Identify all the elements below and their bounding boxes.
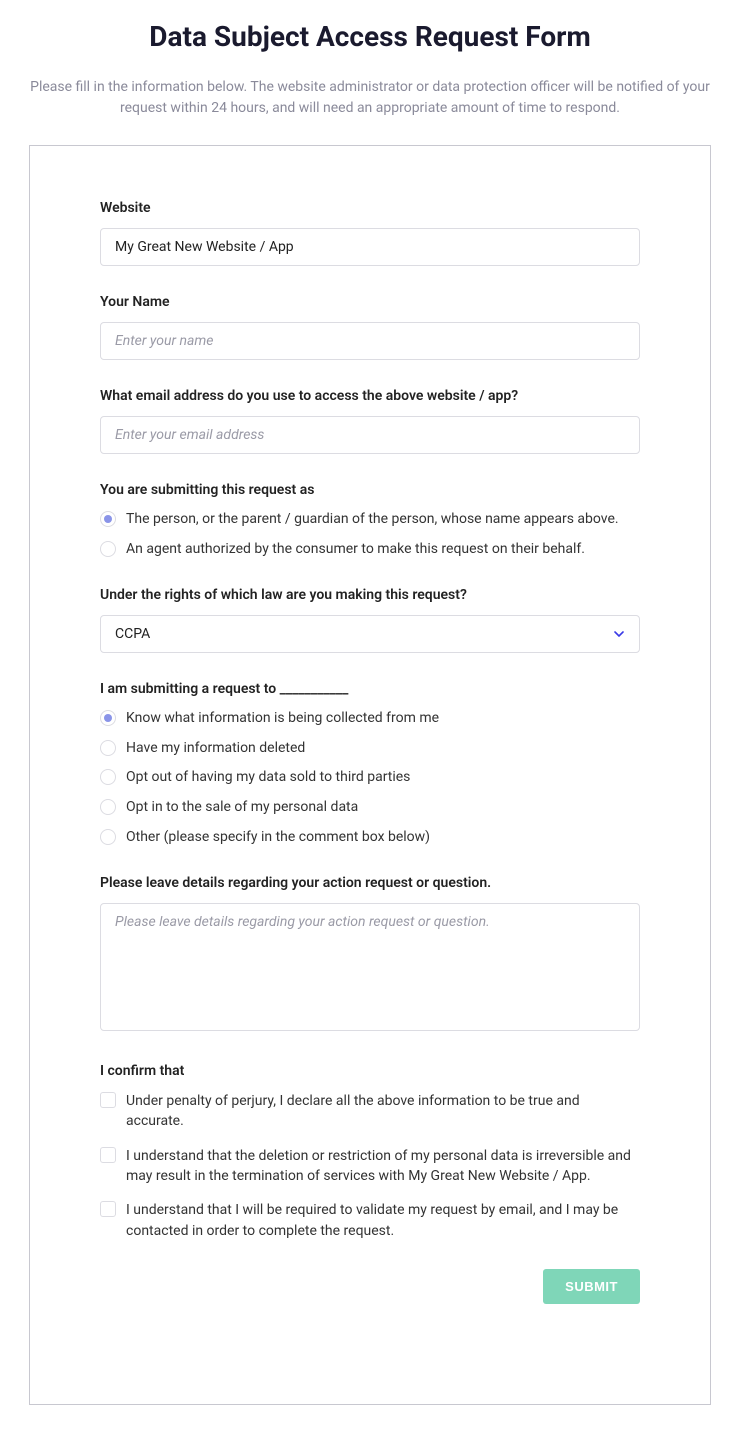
email-input[interactable] xyxy=(100,416,640,454)
request-to-label: I am submitting a request to ___________ xyxy=(100,681,640,697)
confirm-item-1[interactable]: I understand that the deletion or restri… xyxy=(100,1146,640,1187)
law-label: Under the rights of which law are you ma… xyxy=(100,587,640,603)
submitting-as-option-1[interactable]: An agent authorized by the consumer to m… xyxy=(100,540,640,560)
checkbox-icon[interactable] xyxy=(100,1147,116,1163)
radio-icon[interactable] xyxy=(100,799,116,815)
request-to-field: I am submitting a request to ___________… xyxy=(100,681,640,847)
email-label: What email address do you use to access … xyxy=(100,388,640,404)
checkbox-icon[interactable] xyxy=(100,1092,116,1108)
name-input[interactable] xyxy=(100,322,640,360)
request-to-option-4[interactable]: Other (please specify in the comment box… xyxy=(100,828,640,848)
radio-label: Have my information deleted xyxy=(126,739,305,759)
form-container: Website Your Name What email address do … xyxy=(29,145,711,1405)
email-field: What email address do you use to access … xyxy=(100,388,640,454)
details-label: Please leave details regarding your acti… xyxy=(100,875,640,891)
radio-icon[interactable] xyxy=(100,511,116,527)
details-field: Please leave details regarding your acti… xyxy=(100,875,640,1035)
name-label: Your Name xyxy=(100,294,640,310)
law-field: Under the rights of which law are you ma… xyxy=(100,587,640,653)
radio-label: Other (please specify in the comment box… xyxy=(126,828,430,848)
page-title: Data Subject Access Request Form xyxy=(0,20,740,53)
checkbox-label: I understand that the deletion or restri… xyxy=(126,1146,640,1187)
confirm-label: I confirm that xyxy=(100,1063,640,1079)
request-to-option-2[interactable]: Opt out of having my data sold to third … xyxy=(100,768,640,788)
submit-button[interactable]: SUBMIT xyxy=(543,1269,640,1304)
chevron-down-icon xyxy=(613,628,625,640)
website-label: Website xyxy=(100,200,640,216)
confirm-field: I confirm that Under penalty of perjury,… xyxy=(100,1063,640,1241)
radio-icon[interactable] xyxy=(100,541,116,557)
law-selected-value: CCPA xyxy=(115,626,150,642)
request-to-option-1[interactable]: Have my information deleted xyxy=(100,739,640,759)
checkbox-icon[interactable] xyxy=(100,1201,116,1217)
submitting-as-option-0[interactable]: The person, or the parent / guardian of … xyxy=(100,510,640,530)
request-to-option-3[interactable]: Opt in to the sale of my personal data xyxy=(100,798,640,818)
confirm-item-0[interactable]: Under penalty of perjury, I declare all … xyxy=(100,1091,640,1132)
radio-label: Opt in to the sale of my personal data xyxy=(126,798,358,818)
radio-icon[interactable] xyxy=(100,710,116,726)
radio-label: Know what information is being collected… xyxy=(126,709,439,729)
submitting-as-label: You are submitting this request as xyxy=(100,482,640,498)
request-to-option-0[interactable]: Know what information is being collected… xyxy=(100,709,640,729)
checkbox-label: I understand that I will be required to … xyxy=(126,1200,640,1241)
radio-icon[interactable] xyxy=(100,740,116,756)
page-subtitle: Please fill in the information below. Th… xyxy=(0,77,740,119)
radio-label: An agent authorized by the consumer to m… xyxy=(126,540,585,560)
checkbox-label: Under penalty of perjury, I declare all … xyxy=(126,1091,640,1132)
website-input[interactable] xyxy=(100,228,640,266)
submit-row: SUBMIT xyxy=(100,1269,640,1304)
submitting-as-field: You are submitting this request as The p… xyxy=(100,482,640,559)
confirm-item-2[interactable]: I understand that I will be required to … xyxy=(100,1200,640,1241)
law-select[interactable]: CCPA xyxy=(100,615,640,653)
website-field: Website xyxy=(100,200,640,266)
radio-label: Opt out of having my data sold to third … xyxy=(126,768,410,788)
radio-icon[interactable] xyxy=(100,769,116,785)
radio-icon[interactable] xyxy=(100,829,116,845)
details-textarea[interactable] xyxy=(100,903,640,1031)
radio-label: The person, or the parent / guardian of … xyxy=(126,510,619,530)
name-field: Your Name xyxy=(100,294,640,360)
